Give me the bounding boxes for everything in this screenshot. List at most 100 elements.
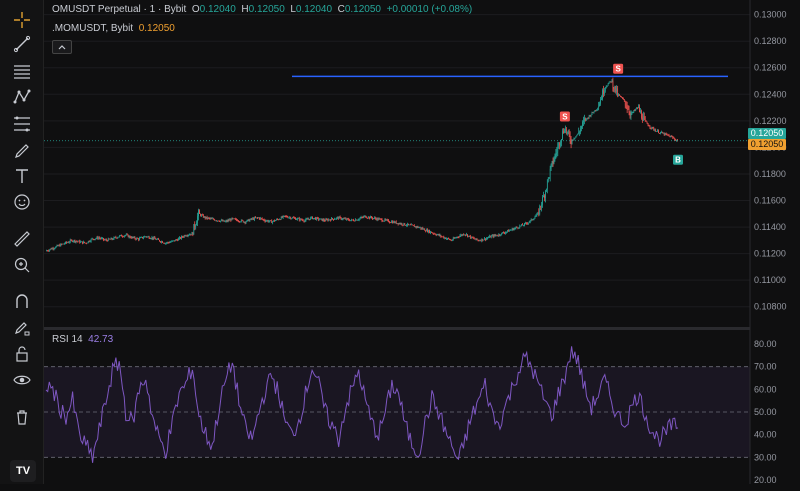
candle <box>560 142 561 146</box>
candle <box>173 240 175 242</box>
candle <box>161 241 162 243</box>
candle <box>278 219 279 221</box>
candle <box>450 239 451 241</box>
candle <box>224 221 226 223</box>
candle <box>242 220 244 223</box>
candle <box>359 218 361 219</box>
candle <box>667 134 669 136</box>
signal-label: S <box>562 113 568 122</box>
candle <box>156 239 158 241</box>
candle <box>353 220 354 221</box>
candle <box>166 242 168 244</box>
sell-signal-marker[interactable]: S <box>559 111 570 122</box>
candle <box>661 131 663 134</box>
candle <box>675 139 676 141</box>
candle <box>433 233 435 235</box>
candle <box>371 216 372 218</box>
candle <box>472 237 474 239</box>
chart-area[interactable]: 0.13000 0.12800 0.12600 0.12400 0.12200 0.120… <box>44 0 800 491</box>
candle <box>586 117 588 119</box>
candle <box>669 135 671 138</box>
emoji-icon[interactable] <box>8 188 36 216</box>
candle <box>524 223 525 226</box>
eye-icon[interactable] <box>8 366 36 394</box>
candle <box>405 225 407 226</box>
candle <box>230 219 232 221</box>
candle <box>102 238 103 239</box>
candle <box>186 235 188 237</box>
magnet-icon[interactable] <box>8 287 36 315</box>
candle <box>394 221 396 223</box>
candle <box>637 107 638 109</box>
lock-icon[interactable] <box>8 340 36 368</box>
pane-separator[interactable] <box>44 327 750 330</box>
candle <box>650 127 652 129</box>
candle <box>179 237 180 239</box>
candle <box>331 218 332 221</box>
candle <box>458 236 460 238</box>
candle <box>213 218 215 220</box>
candle <box>659 133 660 134</box>
trend-line-icon[interactable] <box>8 30 36 58</box>
text-icon[interactable] <box>8 162 36 190</box>
candle <box>488 237 489 239</box>
candle <box>568 131 570 136</box>
candle <box>67 242 68 244</box>
brush-icon[interactable] <box>8 137 36 165</box>
zoom-in-icon[interactable] <box>8 251 36 279</box>
candle <box>402 224 404 226</box>
candle <box>577 133 579 136</box>
candle <box>461 234 463 236</box>
candle <box>330 219 331 221</box>
candle <box>198 210 199 217</box>
candle <box>387 219 388 221</box>
candle <box>604 91 605 95</box>
candle <box>381 219 383 222</box>
candle <box>525 222 526 224</box>
trash-icon[interactable] <box>8 403 36 431</box>
candle <box>393 221 395 223</box>
candle <box>497 235 499 237</box>
candle <box>514 227 516 229</box>
candle <box>469 235 470 237</box>
ruler-icon[interactable] <box>8 225 36 253</box>
candle <box>391 221 392 223</box>
candle <box>662 133 664 134</box>
candle <box>250 218 252 220</box>
candle <box>585 118 587 121</box>
sell-signal-marker[interactable]: S <box>613 63 624 74</box>
pattern-icon[interactable] <box>8 83 36 111</box>
buy-signal-marker[interactable]: B <box>673 154 683 165</box>
candle <box>58 244 60 246</box>
candle <box>68 242 69 244</box>
tradingview-logo: TV <box>10 460 36 482</box>
chart-canvas[interactable]: 0.13000 0.12800 0.12600 0.12400 0.12200 0.120… <box>44 0 800 491</box>
candle <box>440 235 442 237</box>
candle <box>538 212 540 214</box>
candle <box>203 216 205 218</box>
rsi-tick-label: 80.00 <box>754 339 777 349</box>
candle <box>143 237 144 239</box>
candle <box>160 241 161 243</box>
candle <box>360 217 362 219</box>
candle <box>109 239 111 240</box>
parallel-lines-icon[interactable] <box>8 57 36 85</box>
candle <box>190 234 192 236</box>
candle <box>367 217 369 219</box>
drawing-toolbar <box>0 0 44 491</box>
candle <box>280 216 282 220</box>
candle <box>228 220 230 221</box>
candle <box>507 230 508 232</box>
candle <box>590 114 592 117</box>
candle <box>656 131 657 132</box>
candle <box>521 224 522 226</box>
candle <box>266 220 268 222</box>
candle <box>651 127 653 129</box>
candle <box>484 238 485 240</box>
candle <box>442 236 444 238</box>
candle <box>527 223 528 225</box>
fib-retracement-icon[interactable] <box>8 110 36 138</box>
candle <box>627 108 629 110</box>
collapse-legend-button[interactable] <box>52 40 72 54</box>
lock-drawing-icon[interactable] <box>8 313 36 341</box>
